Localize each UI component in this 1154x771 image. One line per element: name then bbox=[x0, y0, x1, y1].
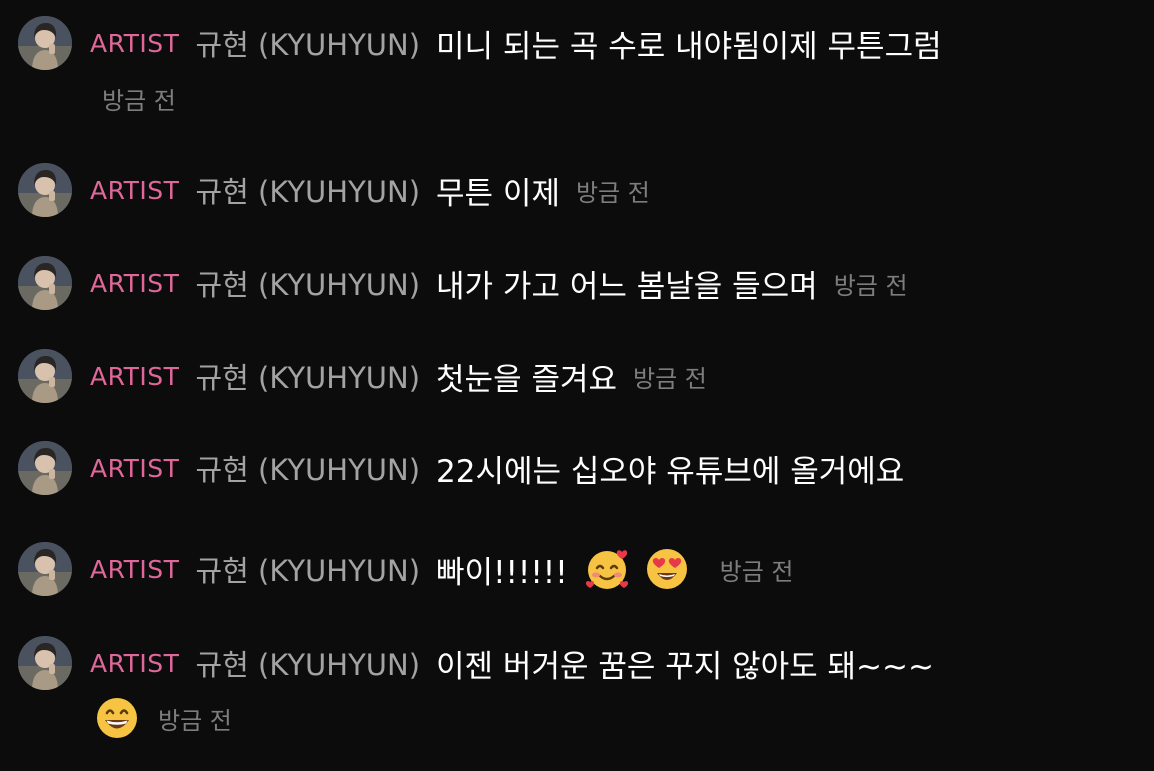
author-name[interactable]: 규현 (KYUHYUN) bbox=[195, 355, 420, 397]
message-header-line: ARTIST 규현 (KYUHYUN) 22시에는 십오야 유튜브에 올거에요 bbox=[90, 441, 920, 495]
artist-badge: ARTIST bbox=[90, 175, 180, 205]
message-header-line: ARTIST 규현 (KYUHYUN) 이젠 버거운 꿈은 꾸지 않아도 돼~~… bbox=[90, 636, 950, 690]
author-name[interactable]: 규현 (KYUHYUN) bbox=[195, 548, 420, 590]
artist-badge: ARTIST bbox=[90, 361, 180, 391]
artist-badge: ARTIST bbox=[90, 453, 180, 483]
message-text: 미니 되는 곡 수로 내야됨이제 무튼그럼 bbox=[436, 28, 942, 65]
author-name[interactable]: 규현 (KYUHYUN) bbox=[195, 169, 420, 211]
avatar-image bbox=[18, 542, 72, 596]
avatar[interactable] bbox=[18, 163, 72, 217]
message-header-line: ARTIST 규현 (KYUHYUN) 무튼 이제 방금 전 bbox=[90, 163, 650, 217]
message-header-line: ARTIST 규현 (KYUHYUN) 미니 되는 곡 수로 내야됨이제 무튼그… bbox=[90, 16, 958, 70]
timestamp: 방금 전 bbox=[719, 557, 794, 586]
artist-badge: ARTIST bbox=[90, 648, 180, 678]
avatar-image bbox=[18, 16, 72, 70]
message-header-line: ARTIST 규현 (KYUHYUN) 빠이!!!!!! 방금 전 bbox=[90, 542, 794, 596]
message-text: 무튼 이제 bbox=[436, 175, 560, 212]
artist-badge: ARTIST bbox=[90, 268, 180, 298]
author-name[interactable]: 규현 (KYUHYUN) bbox=[195, 262, 420, 304]
author-name[interactable]: 규현 (KYUHYUN) bbox=[195, 642, 420, 684]
timestamp: 방금 전 bbox=[575, 178, 650, 207]
avatar[interactable] bbox=[18, 542, 72, 596]
message-continuation: 방금 전 bbox=[102, 76, 176, 120]
message-text: 첫눈을 즐겨요 bbox=[436, 361, 618, 398]
timestamp: 방금 전 bbox=[158, 706, 232, 735]
avatar-image bbox=[18, 349, 72, 403]
timestamp: 방금 전 bbox=[633, 364, 707, 393]
avatar-image bbox=[18, 163, 72, 217]
message-header-line: ARTIST 규현 (KYUHYUN) 내가 가고 어느 봄날을 들으며 방금 … bbox=[90, 256, 908, 310]
timestamp: 방금 전 bbox=[833, 271, 908, 300]
artist-badge: ARTIST bbox=[90, 28, 180, 58]
avatar-image bbox=[18, 441, 72, 495]
message-text: 빠이!!!!!! bbox=[436, 554, 568, 591]
smiling-face-with-hearts-icon bbox=[584, 546, 630, 592]
author-name[interactable]: 규현 (KYUHYUN) bbox=[195, 22, 420, 64]
timestamp: 방금 전 bbox=[102, 86, 176, 115]
avatar[interactable] bbox=[18, 16, 72, 70]
message-text: 이젠 버거운 꿈은 꾸지 않아도 돼~~~ bbox=[436, 648, 934, 685]
avatar[interactable] bbox=[18, 256, 72, 310]
heart-eyes-icon bbox=[644, 546, 690, 592]
author-name[interactable]: 규현 (KYUHYUN) bbox=[195, 447, 420, 489]
avatar[interactable] bbox=[18, 441, 72, 495]
avatar-image bbox=[18, 256, 72, 310]
grinning-face-icon bbox=[94, 695, 140, 741]
avatar[interactable] bbox=[18, 636, 72, 690]
message-header-line: ARTIST 규현 (KYUHYUN) 첫눈을 즐겨요 방금 전 bbox=[90, 349, 707, 403]
message-continuation: 방금 전 bbox=[94, 696, 232, 740]
artist-badge: ARTIST bbox=[90, 554, 180, 584]
message-text: 22시에는 십오야 유튜브에 올거에요 bbox=[436, 453, 905, 490]
chat-message-list[interactable]: ARTIST 규현 (KYUHYUN) 미니 되는 곡 수로 내야됨이제 무튼그… bbox=[0, 0, 1154, 771]
avatar-image bbox=[18, 636, 72, 690]
message-text: 내가 가고 어느 봄날을 들으며 bbox=[436, 268, 818, 305]
avatar[interactable] bbox=[18, 349, 72, 403]
